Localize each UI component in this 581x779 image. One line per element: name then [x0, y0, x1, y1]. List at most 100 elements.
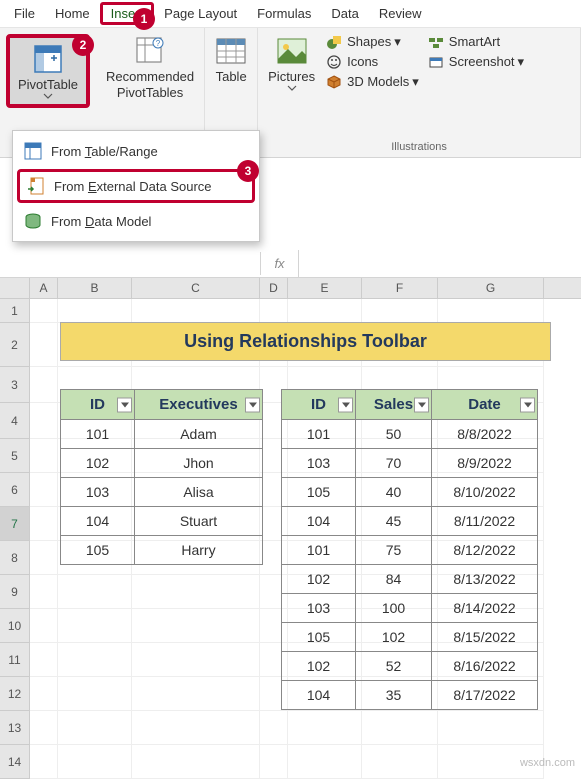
from-table-range-label: From Table/Range — [51, 144, 158, 159]
cell[interactable]: 8/8/2022 — [432, 420, 538, 449]
cell[interactable]: Stuart — [135, 507, 263, 536]
pictures-button[interactable]: Pictures — [262, 32, 321, 94]
table-row[interactable]: 101Adam — [61, 420, 263, 449]
cell[interactable]: 50 — [356, 420, 432, 449]
th-sales[interactable]: Sales — [356, 390, 432, 420]
shapes-button[interactable]: Shapes▾ — [321, 32, 423, 52]
table-row[interactable]: 104458/11/2022 — [282, 507, 538, 536]
cell[interactable]: 8/11/2022 — [432, 507, 538, 536]
cell[interactable]: 104 — [282, 507, 356, 536]
cell[interactable]: 102 — [356, 623, 432, 652]
table-row[interactable]: 104358/17/2022 — [282, 681, 538, 710]
table-row[interactable]: 102848/13/2022 — [282, 565, 538, 594]
screenshot-button[interactable]: Screenshot▾ — [423, 52, 528, 72]
3dmodels-button[interactable]: 3D Models▾ — [321, 72, 423, 92]
row-header[interactable]: 4 — [0, 403, 30, 439]
cell[interactable]: 52 — [356, 652, 432, 681]
filter-button[interactable] — [117, 397, 132, 412]
cell[interactable]: 105 — [282, 623, 356, 652]
row-header[interactable]: 1 — [0, 299, 30, 323]
cell[interactable]: 8/13/2022 — [432, 565, 538, 594]
cell[interactable]: 8/10/2022 — [432, 478, 538, 507]
menu-home[interactable]: Home — [45, 2, 100, 25]
table-row[interactable]: 101508/8/2022 — [282, 420, 538, 449]
cell[interactable]: 105 — [61, 536, 135, 565]
table-row[interactable]: 101758/12/2022 — [282, 536, 538, 565]
fx-label[interactable]: fx — [260, 252, 298, 275]
row-header[interactable]: 9 — [0, 575, 30, 609]
cell[interactable]: Harry — [135, 536, 263, 565]
row-header[interactable]: 6 — [0, 473, 30, 507]
th-id[interactable]: ID — [61, 390, 135, 420]
cell[interactable]: 101 — [61, 420, 135, 449]
formula-input[interactable] — [298, 250, 581, 277]
cell[interactable]: 75 — [356, 536, 432, 565]
cell[interactable]: 104 — [61, 507, 135, 536]
table-row[interactable]: 102528/16/2022 — [282, 652, 538, 681]
th-id[interactable]: ID — [282, 390, 356, 420]
smartart-button[interactable]: SmartArt — [423, 32, 528, 52]
cell[interactable]: 100 — [356, 594, 432, 623]
table-row[interactable]: 1031008/14/2022 — [282, 594, 538, 623]
th-executives[interactable]: Executives — [135, 390, 263, 420]
row-header[interactable]: 5 — [0, 439, 30, 473]
cell[interactable]: 101 — [282, 420, 356, 449]
cell[interactable]: 105 — [282, 478, 356, 507]
cell[interactable]: 102 — [282, 565, 356, 594]
cell[interactable]: 8/14/2022 — [432, 594, 538, 623]
cell[interactable]: 45 — [356, 507, 432, 536]
table-button[interactable]: Table — [209, 32, 253, 88]
cell[interactable]: Adam — [135, 420, 263, 449]
from-table-range-item[interactable]: From Table/Range — [13, 135, 259, 167]
cell[interactable]: 8/16/2022 — [432, 652, 538, 681]
cell[interactable]: 102 — [61, 449, 135, 478]
menu-file[interactable]: File — [4, 2, 45, 25]
th-date[interactable]: Date — [432, 390, 538, 420]
cell[interactable]: 8/12/2022 — [432, 536, 538, 565]
table-row[interactable]: 105Harry — [61, 536, 263, 565]
table-row[interactable]: 104Stuart — [61, 507, 263, 536]
table-row[interactable]: 1051028/15/2022 — [282, 623, 538, 652]
menu-data[interactable]: Data — [321, 2, 368, 25]
cell[interactable]: 8/9/2022 — [432, 449, 538, 478]
table-row[interactable]: 103708/9/2022 — [282, 449, 538, 478]
select-all-corner[interactable] — [0, 278, 30, 298]
cell[interactable]: 35 — [356, 681, 432, 710]
from-data-model-item[interactable]: From Data Model — [13, 205, 259, 237]
menu-review[interactable]: Review — [369, 2, 432, 25]
cell[interactable]: 103 — [61, 478, 135, 507]
cell[interactable]: 84 — [356, 565, 432, 594]
row-header[interactable]: 14 — [0, 745, 30, 779]
cell[interactable]: Jhon — [135, 449, 263, 478]
cell[interactable]: 103 — [282, 449, 356, 478]
row-header[interactable]: 8 — [0, 541, 30, 575]
row-header[interactable]: 11 — [0, 643, 30, 677]
row-header[interactable]: 10 — [0, 609, 30, 643]
filter-button[interactable] — [338, 397, 353, 412]
row-header[interactable]: 7 — [0, 507, 30, 541]
cell[interactable]: 104 — [282, 681, 356, 710]
from-external-data-item[interactable]: From External Data Source — [17, 169, 255, 203]
cell[interactable]: 102 — [282, 652, 356, 681]
row-header[interactable]: 2 — [0, 323, 30, 367]
cell[interactable]: 103 — [282, 594, 356, 623]
menu-formulas[interactable]: Formulas — [247, 2, 321, 25]
recommended-pivottables-button[interactable]: ? Recommended PivotTables — [100, 32, 200, 103]
row-header[interactable]: 13 — [0, 711, 30, 745]
table-row[interactable]: 102Jhon — [61, 449, 263, 478]
row-header[interactable]: 3 — [0, 367, 30, 403]
row-header[interactable]: 12 — [0, 677, 30, 711]
table-row[interactable]: 103Alisa — [61, 478, 263, 507]
cell[interactable]: 101 — [282, 536, 356, 565]
table-row[interactable]: 105408/10/2022 — [282, 478, 538, 507]
cell[interactable]: Alisa — [135, 478, 263, 507]
cell[interactable]: 8/15/2022 — [432, 623, 538, 652]
filter-button[interactable] — [245, 397, 260, 412]
filter-button[interactable] — [520, 397, 535, 412]
menu-pagelayout[interactable]: Page Layout — [154, 2, 247, 25]
cell[interactable]: 8/17/2022 — [432, 681, 538, 710]
cell[interactable]: 40 — [356, 478, 432, 507]
cell[interactable]: 70 — [356, 449, 432, 478]
icons-button[interactable]: Icons — [321, 52, 423, 72]
filter-button[interactable] — [414, 397, 429, 412]
